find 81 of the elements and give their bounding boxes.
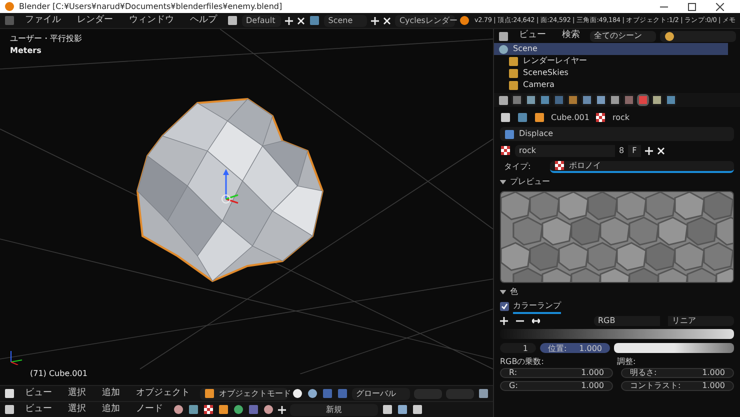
display-mode-selector[interactable]: 全てのシーン bbox=[590, 30, 656, 42]
add-icon[interactable] bbox=[278, 406, 286, 414]
texture-type-selector[interactable]: ボロノイ bbox=[550, 160, 734, 172]
panel-header[interactable]: プレビュー bbox=[510, 176, 550, 188]
menu-item[interactable]: ビュー bbox=[19, 402, 58, 416]
number-field[interactable]: G: 1.000 bbox=[500, 381, 613, 391]
type-label: タイプ: bbox=[503, 160, 532, 172]
collapse-icon[interactable] bbox=[500, 179, 506, 185]
menu-item[interactable]: ウィンドウ bbox=[123, 14, 180, 28]
properties-tab[interactable] bbox=[525, 94, 537, 106]
color-mode-selector[interactable]: RGB bbox=[594, 316, 660, 326]
3d-viewport[interactable]: ユーザー・平行投影 Meters (71) Cube.001 bbox=[0, 29, 493, 385]
color-swatch[interactable] bbox=[614, 342, 734, 352]
texture-icon[interactable] bbox=[595, 112, 606, 123]
section-label: 調整: bbox=[617, 356, 637, 365]
properties-tab[interactable] bbox=[595, 94, 607, 106]
menu-item[interactable]: 検索 bbox=[556, 29, 586, 43]
menu-item[interactable]: ビュー bbox=[19, 386, 58, 400]
layout-selector[interactable]: Default bbox=[242, 14, 282, 26]
properties-tab[interactable] bbox=[539, 94, 551, 106]
checkbox[interactable] bbox=[500, 302, 509, 311]
index-field[interactable]: 1 bbox=[500, 342, 536, 352]
texture-icon[interactable] bbox=[203, 404, 214, 415]
breadcrumb-item[interactable]: Cube.001 bbox=[551, 112, 590, 124]
orientation-selector[interactable]: グローバル bbox=[352, 388, 410, 400]
scene-selector[interactable]: Scene bbox=[324, 14, 368, 26]
menu-item[interactable]: オブジェクト bbox=[130, 386, 196, 400]
menu-item[interactable]: 選択 bbox=[62, 402, 92, 416]
menu-item[interactable]: ファイル bbox=[19, 14, 67, 28]
menu-item[interactable]: ヘルプ bbox=[184, 14, 223, 28]
texture-icon[interactable] bbox=[554, 160, 565, 171]
properties-tab[interactable] bbox=[623, 94, 635, 106]
outliner-item[interactable]: Camera bbox=[494, 79, 728, 91]
search-field[interactable] bbox=[660, 30, 736, 42]
outliner-item[interactable]: SceneSkies bbox=[494, 67, 728, 79]
color-ramp-bar[interactable] bbox=[500, 329, 734, 339]
render-engine-selector[interactable]: Cyclesレンダー bbox=[395, 14, 456, 26]
checkbox-label: カラーランプ bbox=[513, 300, 561, 314]
properties-tab[interactable] bbox=[567, 94, 579, 106]
new-button[interactable]: 新規 bbox=[290, 404, 378, 416]
texture-name-field[interactable]: rock bbox=[515, 144, 615, 156]
menu-item[interactable]: ノード bbox=[130, 402, 169, 416]
maximize-icon[interactable] bbox=[688, 2, 696, 10]
collapse-icon[interactable] bbox=[500, 289, 506, 295]
add-icon[interactable] bbox=[285, 16, 294, 24]
texture-icon[interactable] bbox=[500, 145, 511, 156]
menu-item[interactable]: 追加 bbox=[96, 386, 126, 400]
outliner-item[interactable]: Scene bbox=[494, 43, 728, 55]
units-label: Meters bbox=[10, 45, 42, 57]
axes-icon bbox=[8, 349, 24, 365]
view-label: ユーザー・平行投影 bbox=[10, 33, 82, 45]
menu-item[interactable]: レンダー bbox=[71, 14, 119, 28]
fake-user-button[interactable]: F bbox=[628, 144, 641, 156]
section-label: RGBの乗数: bbox=[500, 356, 545, 365]
number-field[interactable]: 明るさ: 1.000 bbox=[621, 368, 734, 378]
user-count: 8 bbox=[619, 144, 624, 156]
properties-tab[interactable] bbox=[637, 94, 649, 106]
properties-tab[interactable] bbox=[581, 94, 593, 106]
outliner-item[interactable]: レンダーレイヤー bbox=[494, 55, 728, 67]
number-field[interactable]: R: 1.000 bbox=[500, 368, 613, 378]
properties-tab[interactable] bbox=[511, 94, 523, 106]
menu-item[interactable]: 選択 bbox=[62, 386, 92, 400]
menu-item[interactable]: 追加 bbox=[96, 402, 126, 416]
number-field[interactable]: コントラスト: 1.000 bbox=[621, 381, 734, 391]
properties-tab[interactable] bbox=[651, 94, 663, 106]
menu-item[interactable]: ビュー bbox=[513, 29, 552, 43]
properties-tab[interactable] bbox=[609, 94, 621, 106]
add-icon[interactable] bbox=[371, 16, 380, 24]
add-icon[interactable] bbox=[500, 316, 508, 324]
position-field[interactable]: 位置: 1.000 bbox=[540, 342, 610, 352]
modifier-selector[interactable]: Displace bbox=[500, 127, 734, 141]
flip-icon[interactable] bbox=[532, 316, 540, 324]
properties-tab[interactable] bbox=[665, 94, 677, 106]
object-label: (71) Cube.001 bbox=[30, 368, 88, 380]
panel-header[interactable]: 色 bbox=[510, 286, 518, 298]
add-icon[interactable] bbox=[644, 146, 653, 154]
mode-selector[interactable]: オブジェクトモード bbox=[200, 388, 288, 400]
window-title: Blender [C:¥Users¥narud¥Documents¥blenderfiles¥enemy.blend] bbox=[19, 0, 282, 12]
interpolation-selector[interactable]: リニア bbox=[668, 316, 734, 326]
breadcrumb-item[interactable]: rock bbox=[612, 112, 630, 124]
close-icon[interactable] bbox=[716, 2, 724, 10]
